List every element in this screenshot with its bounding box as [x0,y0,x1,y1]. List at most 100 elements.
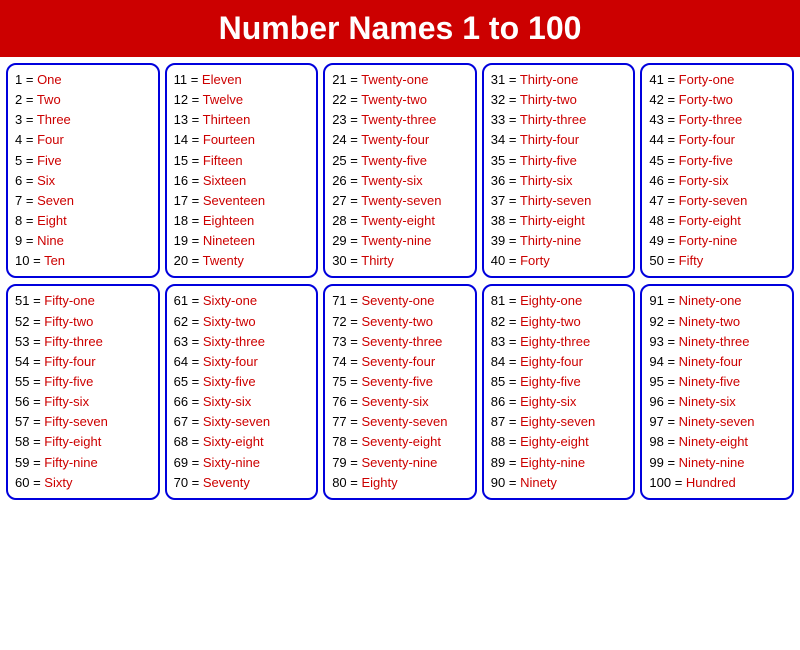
list-item: 96 = Ninety-six [649,392,785,412]
number-name: Eighty-one [520,293,582,308]
number-box-9: 81 = Eighty-one82 = Eighty-two83 = Eight… [482,284,636,499]
number: 51 [15,293,29,308]
number-name: Seventy-eight [361,434,441,449]
list-item: 65 = Sixty-five [174,372,310,392]
list-item: 90 = Ninety [491,473,627,493]
number: 25 [332,153,346,168]
number: 74 [332,354,346,369]
number: 50 [649,253,663,268]
number-name: Four [37,132,64,147]
number-name: Seventy-four [361,354,435,369]
number-name: Seventy-seven [361,414,447,429]
list-item: 12 = Twelve [174,90,310,110]
number: 26 [332,173,346,188]
number-box-2: 11 = Eleven12 = Twelve13 = Thirteen14 = … [165,63,319,278]
list-item: 25 = Twenty-five [332,151,468,171]
number: 69 [174,455,188,470]
number: 70 [174,475,188,490]
number-name: Five [37,153,62,168]
number: 92 [649,314,663,329]
list-item: 100 = Hundred [649,473,785,493]
number-name: Fifty-four [44,354,95,369]
number: 85 [491,374,505,389]
number: 80 [332,475,346,490]
number-name: Twelve [203,92,243,107]
number-name: Two [37,92,61,107]
row-1: 1 = One2 = Two3 = Three4 = Four5 = Five6… [6,63,794,278]
number-name: Fifty-seven [44,414,108,429]
number-name: Ninety-five [679,374,740,389]
number: 86 [491,394,505,409]
number-box-10: 91 = Ninety-one92 = Ninety-two93 = Ninet… [640,284,794,499]
list-item: 43 = Forty-three [649,110,785,130]
number-name: Six [37,173,55,188]
number-name: Thirty-three [520,112,586,127]
number-box-6: 51 = Fifty-one52 = Fifty-two53 = Fifty-t… [6,284,160,499]
number: 54 [15,354,29,369]
list-item: 40 = Forty [491,251,627,271]
list-item: 74 = Seventy-four [332,352,468,372]
list-item: 89 = Eighty-nine [491,453,627,473]
list-item: 15 = Fifteen [174,151,310,171]
list-item: 75 = Seventy-five [332,372,468,392]
number-name: Forty-two [679,92,733,107]
number: 30 [332,253,346,268]
list-item: 20 = Twenty [174,251,310,271]
number-name: Fifty-three [44,334,103,349]
number: 23 [332,112,346,127]
list-item: 28 = Twenty-eight [332,211,468,231]
number-name: Seventeen [203,193,265,208]
number-name: Sixty-two [203,314,256,329]
number-name: Seventy-six [361,394,428,409]
list-item: 5 = Five [15,151,151,171]
number: 41 [649,72,663,87]
number: 27 [332,193,346,208]
number-name: Fifty-eight [44,434,101,449]
number-name: Eighty-four [520,354,583,369]
number-name: Fourteen [203,132,255,147]
number-name: Forty-one [679,72,735,87]
number: 59 [15,455,29,470]
number-name: Seventy-one [361,293,434,308]
list-item: 68 = Sixty-eight [174,432,310,452]
list-item: 32 = Thirty-two [491,90,627,110]
header: Number Names 1 to 100 [0,0,800,57]
list-item: 22 = Twenty-two [332,90,468,110]
number: 88 [491,434,505,449]
number-name: Sixty-seven [203,414,270,429]
number-name: Forty-three [679,112,743,127]
number-name: Eighty [361,475,397,490]
number: 38 [491,213,505,228]
list-item: 53 = Fifty-three [15,332,151,352]
number-name: Eighty-seven [520,414,595,429]
number: 42 [649,92,663,107]
number: 87 [491,414,505,429]
list-item: 50 = Fifty [649,251,785,271]
list-item: 87 = Eighty-seven [491,412,627,432]
list-item: 99 = Ninety-nine [649,453,785,473]
number: 93 [649,334,663,349]
list-item: 52 = Fifty-two [15,312,151,332]
number: 18 [174,213,188,228]
list-item: 97 = Ninety-seven [649,412,785,432]
number-name: Eighteen [203,213,254,228]
number: 14 [174,132,188,147]
list-item: 85 = Eighty-five [491,372,627,392]
number: 46 [649,173,663,188]
number: 76 [332,394,346,409]
number-name: Fifty-two [44,314,93,329]
number: 83 [491,334,505,349]
number-name: Thirty-five [520,153,577,168]
list-item: 60 = Sixty [15,473,151,493]
list-item: 73 = Seventy-three [332,332,468,352]
number: 57 [15,414,29,429]
number: 28 [332,213,346,228]
number: 97 [649,414,663,429]
list-item: 93 = Ninety-three [649,332,785,352]
number: 66 [174,394,188,409]
number: 89 [491,455,505,470]
number: 49 [649,233,663,248]
list-item: 2 = Two [15,90,151,110]
number-name: Twenty-two [361,92,427,107]
number-name: Forty-seven [679,193,748,208]
